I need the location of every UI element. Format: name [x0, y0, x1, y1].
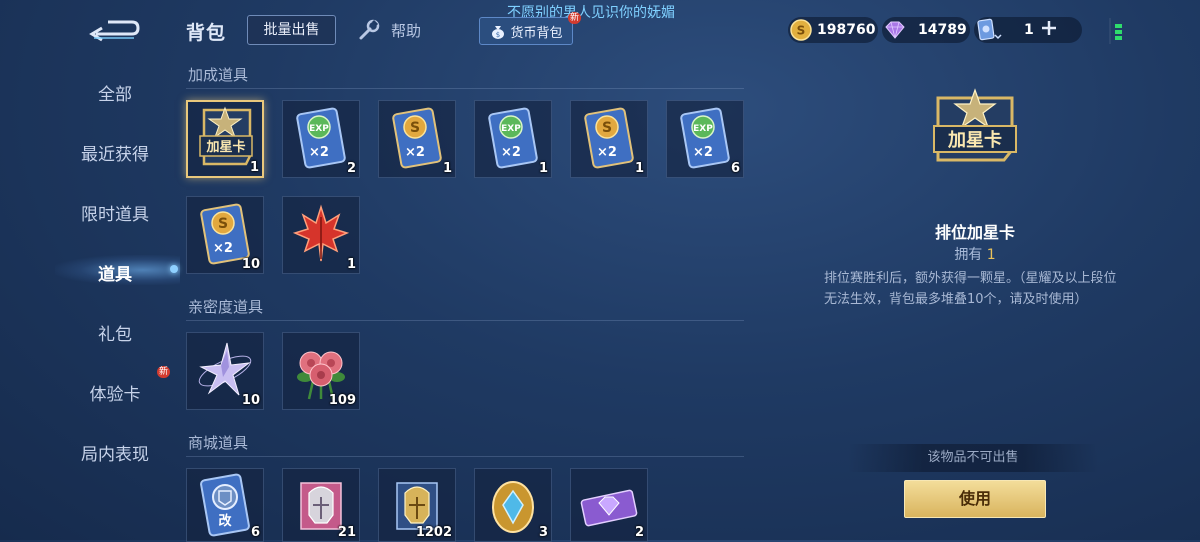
item-count: 1 — [442, 161, 452, 176]
item-slot-rose-bouquet[interactable]: 109 — [282, 332, 360, 410]
bulk-sell-button[interactable]: 批量出售 — [247, 15, 336, 45]
item-count: 109 — [328, 393, 356, 408]
svg-text:S: S — [602, 120, 612, 136]
svg-text:S: S — [410, 120, 420, 136]
plus-icon — [1041, 21, 1056, 35]
item-count: 10 — [241, 393, 260, 408]
trial-card-new-badge: 新 — [157, 366, 171, 378]
sidebar-item-limited[interactable]: 限时道具 — [60, 200, 170, 225]
section-divider — [186, 88, 744, 89]
item-slot-pink-helmet-fragment[interactable]: 21 — [282, 468, 360, 542]
svg-text:EXP: EXP — [501, 124, 521, 134]
item-slot-gold-helmet-fragment[interactable]: 1202 — [378, 468, 456, 542]
help-button[interactable]: 帮助 — [357, 15, 421, 45]
section-title-boost: 加成道具 — [188, 66, 249, 84]
svg-text:EXP: EXP — [309, 124, 329, 134]
back-arrow-icon — [89, 20, 140, 42]
sidebar-item-gift-pack[interactable]: 礼包 — [60, 320, 170, 345]
svg-text:EXP: EXP — [693, 124, 713, 134]
svg-text:$: $ — [496, 31, 500, 39]
card-multiplier-text: ×2 — [693, 145, 713, 160]
item-count: 1 — [538, 161, 548, 176]
sidebar-item-trial-card[interactable]: 体验卡 — [60, 380, 170, 405]
signal-icon — [1109, 18, 1122, 44]
section-title-shop: 商城道具 — [188, 434, 249, 452]
item-count: 1 — [346, 257, 356, 272]
sidebar-active-indicator — [170, 265, 178, 273]
back-button[interactable] — [88, 12, 142, 46]
star-card-icon: 加星卡 — [933, 88, 1017, 162]
diamond-balance: 14789 — [882, 17, 970, 43]
currency-bag-label: 货币背包 — [510, 25, 563, 41]
network-signal — [1108, 16, 1128, 50]
item-count: 6 — [730, 161, 740, 176]
item-slot-crystal-egg[interactable]: 3 — [474, 468, 552, 542]
item-slot-gold-card[interactable]: S ×2 1 — [570, 100, 648, 178]
item-count: 10 — [241, 257, 260, 272]
item-slot-exp-card[interactable]: EXP ×2 6 — [666, 100, 744, 178]
sidebar-item-items[interactable]: 道具 — [60, 260, 170, 285]
no-sale-notice: 该物品不可出售 — [848, 444, 1098, 472]
sidebar-item-match-performance[interactable]: 局内表现 — [60, 440, 170, 465]
item-slot-gold-card[interactable]: S ×2 1 — [378, 100, 456, 178]
item-slot-star-card[interactable]: 加星卡 1 — [186, 100, 264, 178]
item-count: 2 — [634, 525, 644, 540]
card-multiplier-text: ×2 — [405, 145, 425, 160]
item-count: 6 — [250, 525, 260, 540]
detail-item-name: 排位加星卡 — [934, 223, 1015, 242]
card-text: 改 — [218, 513, 232, 529]
detail-owned: 拥有 1 — [830, 244, 1120, 264]
item-slot-diamond-ticket[interactable]: 2 — [570, 468, 648, 542]
page-title: 背包 — [186, 22, 227, 44]
detail-item-image: 加星卡 — [928, 88, 1022, 172]
ticket-balance: 1 — [974, 17, 1082, 43]
currency-bag-new-badge: 新 — [568, 12, 582, 24]
section-divider — [186, 320, 744, 321]
card-multiplier-text: ×2 — [213, 241, 233, 256]
detail-description: 排位赛胜利后，额外获得一颗星。（星耀及以上段位无法生效，背包最多堆叠10个，请及… — [824, 271, 1117, 307]
currency-bag-button[interactable]: $ 货币背包 — [479, 17, 573, 45]
item-slot-exp-card[interactable]: EXP ×2 1 — [474, 100, 552, 178]
diamond-icon — [885, 21, 905, 39]
item-count: 21 — [337, 525, 356, 540]
diamond-amount: 14789 — [918, 22, 967, 38]
item-slot-maple-leaf[interactable]: 1 — [282, 196, 360, 274]
item-slot-rename-card[interactable]: 改 6 — [186, 468, 264, 542]
card-multiplier-text: ×2 — [597, 145, 617, 160]
gold-amount: 198760 — [817, 22, 876, 38]
gold-coin-icon: S — [790, 19, 812, 41]
item-count: 3 — [538, 525, 548, 540]
add-currency-button[interactable] — [1040, 19, 1058, 41]
item-slot-exp-card[interactable]: EXP ×2 2 — [282, 100, 360, 178]
owned-label: 拥有 — [954, 247, 983, 263]
item-count: 2 — [346, 161, 356, 176]
wrench-icon — [359, 19, 380, 40]
section-divider — [186, 456, 744, 457]
star-card-text: 加星卡 — [205, 139, 245, 155]
svg-text:S: S — [218, 216, 228, 232]
ticket-card-icon — [977, 18, 1002, 41]
svg-text:S: S — [797, 24, 806, 38]
owned-count: 1 — [986, 247, 996, 263]
gold-balance: S 198760 — [788, 17, 878, 43]
help-label: 帮助 — [391, 21, 422, 40]
detail-card-text: 加星卡 — [947, 129, 1002, 151]
use-button[interactable]: 使用 — [904, 480, 1046, 518]
item-count: 1202 — [415, 525, 452, 540]
sidebar-item-all[interactable]: 全部 — [60, 80, 170, 105]
section-title-intimacy: 亲密度道具 — [188, 298, 264, 316]
card-multiplier-text: ×2 — [309, 145, 329, 160]
card-multiplier-text: ×2 — [501, 145, 521, 160]
ticket-amount: 1 — [1024, 22, 1034, 38]
sidebar-item-recent[interactable]: 最近获得 — [60, 140, 170, 165]
item-count: 1 — [249, 160, 259, 175]
item-count: 1 — [634, 161, 644, 176]
money-bag-icon: $ — [492, 26, 505, 39]
item-slot-star-shard[interactable]: 10 — [186, 332, 264, 410]
item-slot-gold-card[interactable]: S ×2 10 — [186, 196, 264, 274]
